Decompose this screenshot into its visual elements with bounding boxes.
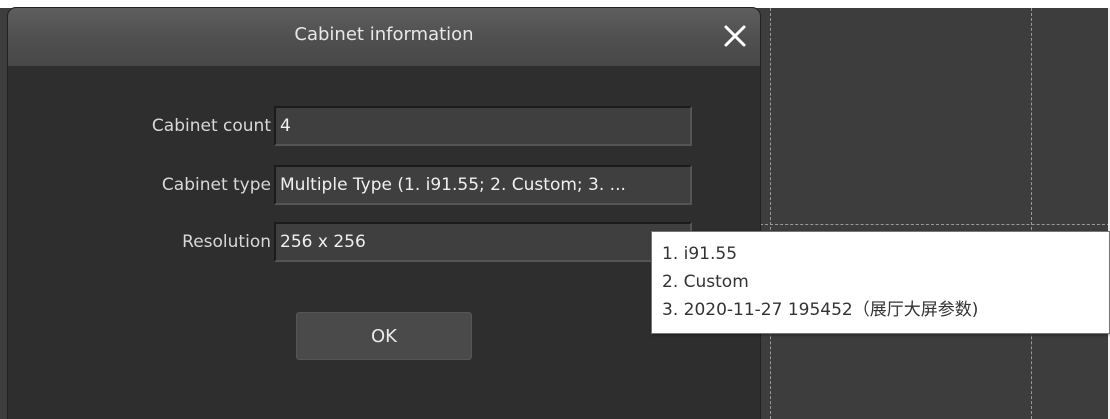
tooltip-line: 3. 2020-11-27 195452（展厅大屏参数) [662, 300, 979, 320]
guide-line-vertical [1031, 8, 1032, 419]
close-icon [724, 25, 746, 47]
cabinet-count-field[interactable]: 4 [274, 106, 692, 146]
guide-line-horizontal [760, 224, 1110, 225]
field-row-cabinet-count: Cabinet count 4 [8, 106, 760, 146]
close-button[interactable] [720, 21, 750, 51]
cabinet-type-label: Cabinet type [161, 175, 271, 195]
cabinet-information-dialog: Cabinet information Cabinet count 4 Cabi… [8, 8, 760, 419]
tooltip-line: 2. Custom [662, 272, 749, 292]
field-row-resolution: Resolution 256 x 256 [8, 222, 760, 262]
cabinet-count-label: Cabinet count [151, 116, 271, 136]
dialog-title: Cabinet information [294, 24, 474, 45]
tooltip-line: 1. i91.55 [662, 244, 738, 264]
ok-button[interactable]: OK [296, 312, 472, 360]
cabinet-type-field[interactable]: Multiple Type (1. i91.55; 2. Custom; 3. … [274, 165, 692, 205]
field-row-cabinet-type: Cabinet type Multiple Type (1. i91.55; 2… [8, 165, 760, 205]
dialog-titlebar[interactable]: Cabinet information [8, 8, 760, 66]
resolution-label: Resolution [182, 232, 271, 252]
top-border [0, 0, 1110, 8]
guide-line-vertical [770, 8, 771, 419]
application-stage: Cabinet information Cabinet count 4 Cabi… [0, 0, 1110, 419]
cabinet-type-tooltip: 1. i91.55 2. Custom 3. 2020-11-27 195452… [651, 231, 1110, 334]
resolution-field[interactable]: 256 x 256 [274, 222, 692, 262]
